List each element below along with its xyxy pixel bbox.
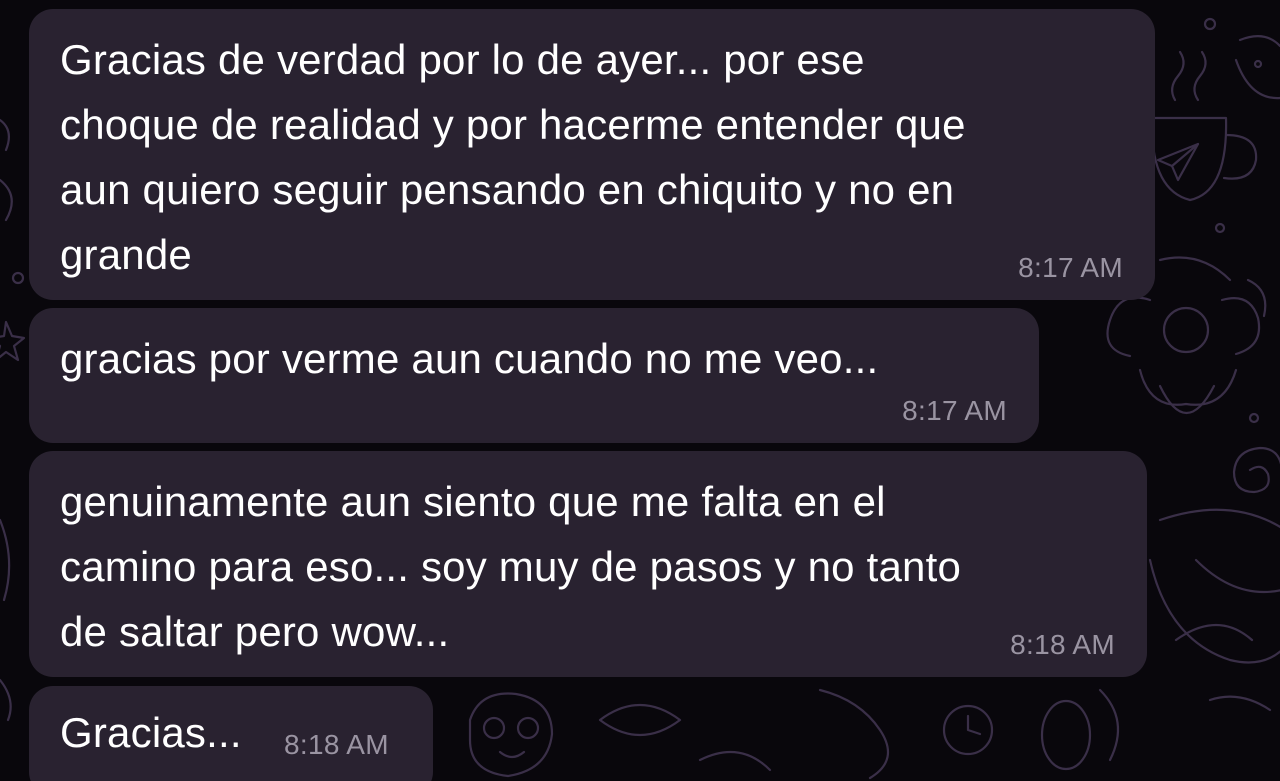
message-timestamp: 8:17 AM — [1018, 252, 1123, 283]
egg-icon — [1040, 699, 1092, 771]
message-text: de saltar pero wow... — [60, 608, 450, 655]
ghost-icon — [1148, 508, 1280, 664]
star-icon — [0, 320, 26, 362]
paper-plane-icon — [1156, 142, 1200, 182]
spiral-icon — [1232, 446, 1280, 494]
flower-icon — [1106, 296, 1261, 415]
message-text: gracias por verme aun cuando no me veo..… — [60, 335, 879, 382]
message-timestamp: 8:18 AM — [284, 729, 389, 760]
message-text: grande — [60, 231, 192, 278]
message-timestamp: 8:17 AM — [902, 395, 1007, 426]
moon-icon — [1234, 35, 1280, 100]
coffee-cup-icon — [1150, 50, 1258, 202]
message-bubble[interactable]: genuinamente aun siento que me falta en … — [29, 451, 1147, 677]
message-text: Gracias de verdad por lo de ayer... por … — [60, 36, 865, 83]
message-text: camino para eso... soy muy de pasos y no… — [60, 543, 962, 590]
message-bubble[interactable]: Gracias de verdad por lo de ayer... por … — [29, 9, 1155, 300]
bear-icon — [468, 692, 554, 778]
message-timestamp: 8:18 AM — [1010, 629, 1115, 660]
message-text: genuinamente aun siento que me falta en … — [60, 478, 886, 525]
leaf-icon — [598, 688, 1272, 780]
message-bubble[interactable]: gracias por verme aun cuando no me veo..… — [29, 308, 1039, 443]
message-text: choque de realidad y por hacerme entende… — [60, 101, 966, 148]
message-text: aun quiero seguir pensando en chiquito y… — [60, 166, 955, 213]
clock-icon — [942, 704, 994, 756]
